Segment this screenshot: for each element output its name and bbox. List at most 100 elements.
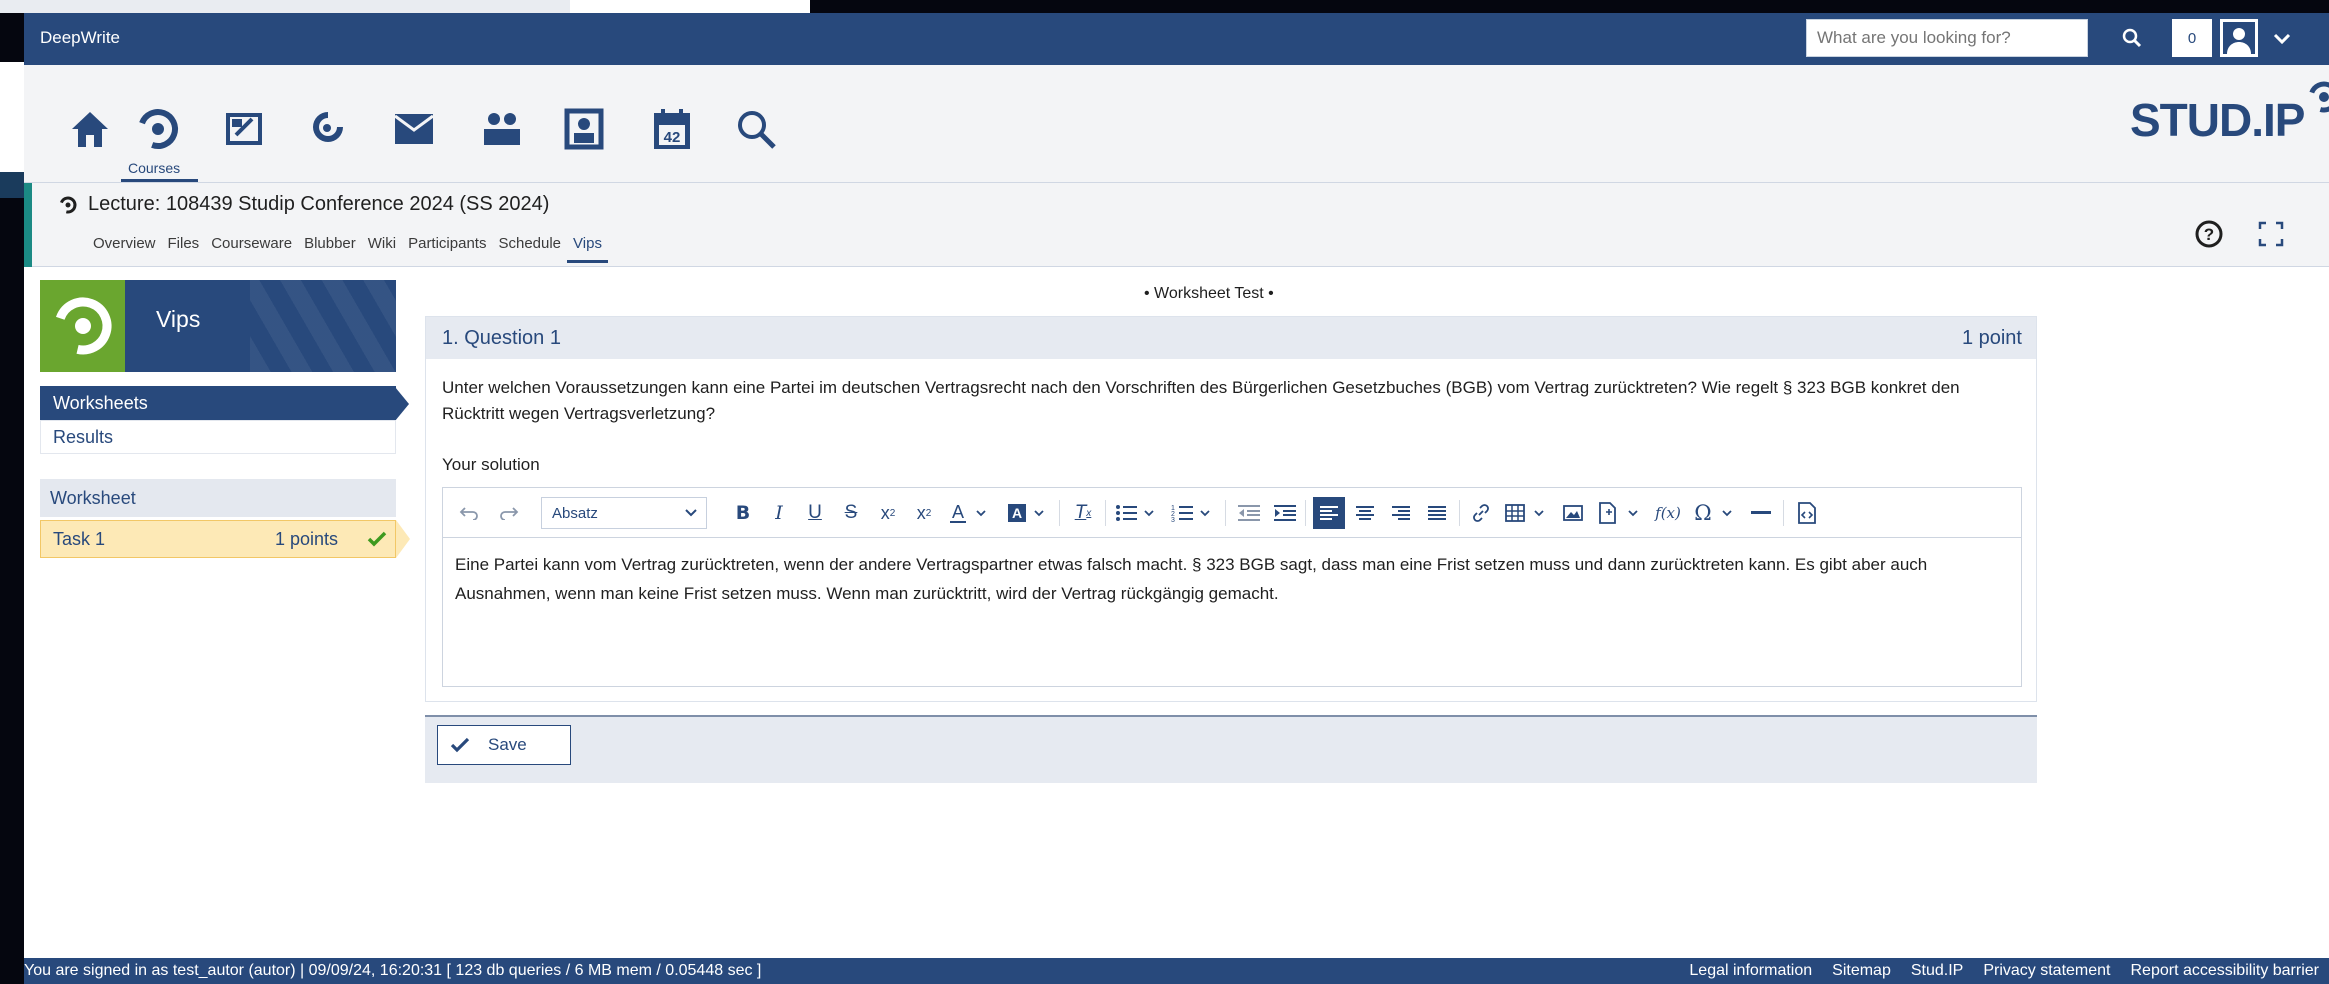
footer-link-legal[interactable]: Legal information: [1689, 962, 1812, 980]
nav-messages[interactable]: [386, 101, 442, 157]
save-button[interactable]: Save: [437, 725, 571, 765]
nav-community[interactable]: [300, 101, 356, 157]
justify-button[interactable]: [1423, 497, 1451, 529]
nav-courses-label: Courses: [128, 160, 181, 176]
sidebar-title: Vips: [156, 306, 201, 332]
table-icon: [1505, 504, 1544, 522]
footer-link-privacy[interactable]: Privacy statement: [1983, 962, 2110, 980]
insert-image-button[interactable]: [1559, 497, 1587, 529]
save-button-label: Save: [488, 735, 527, 754]
profile-icon: [564, 108, 604, 150]
fullscreen-button[interactable]: [2258, 221, 2284, 252]
tab-schedule[interactable]: Schedule: [492, 235, 567, 263]
format-select[interactable]: Absatz: [541, 497, 707, 529]
browser-page: DeepWrite 0 Courses: [24, 13, 2329, 984]
bulleted-list-button[interactable]: [1113, 497, 1161, 529]
strikethrough-button[interactable]: S: [837, 497, 865, 529]
tab-vips[interactable]: Vips: [567, 235, 608, 263]
sidebar-navigation: Worksheets Results: [40, 386, 409, 454]
text-color-icon: A: [950, 502, 986, 523]
footer-link-sitemap[interactable]: Sitemap: [1832, 962, 1891, 980]
svg-text:A: A: [1012, 505, 1022, 521]
background-panel: [0, 172, 24, 198]
question-text: Unter welchen Voraussetzungen kann eine …: [442, 378, 1960, 423]
superscript-button[interactable]: x2: [909, 497, 939, 529]
math-formula-button[interactable]: f(x): [1653, 497, 1683, 529]
courses-icon: [59, 196, 77, 213]
italic-button[interactable]: I: [765, 497, 793, 529]
text-color-button[interactable]: A: [947, 497, 993, 529]
underline-button[interactable]: U: [801, 497, 829, 529]
question-title: 1. Question 1: [442, 327, 561, 349]
nav-courses[interactable]: [130, 101, 186, 157]
footer-link-studip[interactable]: Stud.IP: [1911, 962, 1963, 980]
tab-blubber[interactable]: Blubber: [298, 235, 362, 263]
source-editing-button[interactable]: [1793, 497, 1821, 529]
background-color-button[interactable]: A: [1005, 497, 1051, 529]
main-navigation: Courses 42 STUD.IP: [24, 65, 2329, 183]
insert-file-button[interactable]: [1595, 497, 1645, 529]
search-input[interactable]: [1807, 20, 2087, 56]
indent-button[interactable]: [1271, 497, 1299, 529]
nav-workplace[interactable]: [216, 101, 272, 157]
tab-wiki[interactable]: Wiki: [362, 235, 402, 263]
outdent-button[interactable]: [1235, 497, 1263, 529]
nav-home[interactable]: [62, 101, 118, 157]
align-right-button[interactable]: [1387, 497, 1415, 529]
undo-icon: [459, 507, 478, 520]
bulleted-list-icon: [1116, 505, 1154, 521]
align-center-button[interactable]: [1351, 497, 1379, 529]
brand-name[interactable]: DeepWrite: [40, 28, 120, 48]
link-icon: [1473, 504, 1489, 522]
toolbar-separator: [1459, 500, 1460, 526]
background-panel: [0, 62, 24, 172]
global-search: [1806, 19, 2088, 57]
nav-contacts[interactable]: [474, 101, 530, 157]
sidebar-item-worksheets[interactable]: Worksheets: [40, 386, 409, 421]
workplace-icon: [226, 113, 262, 145]
justify-icon: [1428, 506, 1446, 520]
background-strip: [570, 0, 810, 13]
nav-planner[interactable]: 42: [644, 101, 700, 157]
editor-content[interactable]: Eine Partei kann vom Vertrag zurücktrete…: [455, 550, 2005, 608]
search-icon: [738, 111, 776, 149]
align-left-icon: [1320, 506, 1338, 520]
nav-search[interactable]: [728, 101, 784, 157]
bold-button[interactable]: B: [729, 497, 757, 529]
footer-link-accessibility[interactable]: Report accessibility barrier: [2130, 962, 2319, 980]
tab-files[interactable]: Files: [162, 235, 206, 263]
redo-icon: [500, 507, 519, 520]
sidebar-item-results[interactable]: Results: [40, 420, 396, 454]
calendar-icon: 42: [654, 109, 690, 149]
nav-profile[interactable]: [556, 101, 612, 157]
special-character-button[interactable]: Ω: [1691, 497, 1741, 529]
nav-active-indicator: [121, 179, 198, 182]
notification-counter[interactable]: 0: [2172, 19, 2212, 57]
subscript-button[interactable]: x2: [873, 497, 903, 529]
tab-overview[interactable]: Overview: [87, 235, 162, 263]
numbered-list-button[interactable]: 123: [1169, 497, 1217, 529]
insert-table-button[interactable]: [1503, 497, 1551, 529]
context-bar: Lecture: 108439 Studip Conference 2024 (…: [24, 183, 2329, 267]
horizontal-line-button[interactable]: [1747, 497, 1775, 529]
remove-format-button[interactable]: Tx: [1069, 497, 1097, 529]
top-bar: DeepWrite 0: [24, 13, 2329, 65]
search-button[interactable]: [2112, 19, 2152, 57]
studip-logo[interactable]: STUD.IP: [2130, 81, 2329, 147]
align-left-button[interactable]: [1313, 497, 1345, 529]
horizontal-line-icon: [1751, 511, 1771, 514]
toolbar-separator: [1305, 500, 1306, 526]
user-menu-toggle[interactable]: [2270, 27, 2294, 51]
undo-button[interactable]: [455, 497, 483, 529]
tab-courseware[interactable]: Courseware: [205, 235, 298, 263]
redo-button[interactable]: [495, 497, 523, 529]
link-button[interactable]: [1467, 497, 1495, 529]
sidebar-task-item[interactable]: Task 1 1 points: [40, 520, 410, 558]
align-center-icon: [1356, 506, 1374, 520]
mail-icon: [394, 114, 434, 144]
tab-participants[interactable]: Participants: [402, 235, 492, 263]
solution-label: Your solution: [442, 455, 540, 474]
help-button[interactable]: ?: [2194, 219, 2224, 254]
avatar[interactable]: [2220, 19, 2258, 57]
form-actions: Save: [425, 715, 2037, 783]
